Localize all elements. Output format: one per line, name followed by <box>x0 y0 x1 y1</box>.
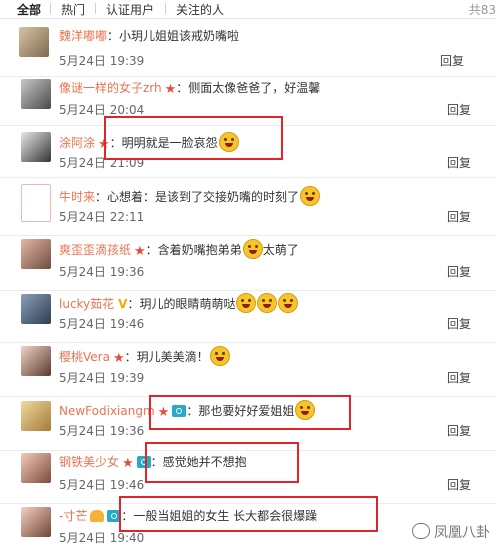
comment-date: 5月24日 22:11 <box>59 210 145 224</box>
comment-row: 爽歪歪滴孩纸 ★：含着奶嘴抱弟弟 太萌了 5月24日 19:36 回复 <box>0 233 496 291</box>
comment-date: 5月24日 19:36 <box>59 265 145 279</box>
comment-date: 5月24日 19:39 <box>59 371 145 385</box>
wechat-logo-icon <box>412 523 430 539</box>
comment-date: 5月24日 19:46 <box>59 478 145 492</box>
avatar[interactable] <box>21 79 51 109</box>
avatar[interactable] <box>21 132 51 162</box>
username[interactable]: 涂阿涂 <box>59 136 95 150</box>
username[interactable]: 钢铁美少女 <box>59 455 119 469</box>
avatar[interactable] <box>21 453 51 483</box>
comment-text: ：心想着：是该到了交接奶嘴的时刻了 <box>95 190 300 204</box>
tab-divider <box>95 3 96 14</box>
reply-button[interactable]: 回复 <box>447 369 471 386</box>
comment-date: 5月24日 19:46 <box>59 317 145 331</box>
reply-button[interactable]: 回复 <box>447 476 471 493</box>
comment-text-suffix: 太萌了 <box>262 243 299 257</box>
username[interactable]: lucky茹花 <box>59 297 114 311</box>
reply-button[interactable]: 回复 <box>447 208 471 225</box>
comment-date: 5月24日 19:39 <box>59 54 145 68</box>
highlight-box <box>104 116 283 160</box>
smile-emoji-icon <box>209 346 230 366</box>
comment-row: 樱桃Vera ★：玥儿美美滴！ 5月24日 19:39 回复 <box>0 339 496 397</box>
username[interactable]: -寸芒 <box>59 509 87 523</box>
comment-count: 共83 <box>468 3 496 17</box>
tab-verified[interactable]: 认证用户 <box>106 1 154 18</box>
username[interactable]: 像谜一样的女子zrh <box>59 81 162 95</box>
comment-date: 5月24日 19:36 <box>59 424 145 438</box>
star-icon: ★ <box>134 244 146 259</box>
avatar[interactable] <box>21 346 51 376</box>
grin-emoji-icon <box>257 293 278 313</box>
username[interactable]: 爽歪歪滴孩纸 <box>59 243 131 257</box>
comment-row: 牛时来：心想着：是该到了交接奶嘴的时刻了 5月24日 22:11 回复 <box>0 178 496 236</box>
username[interactable]: NewFodixiangm <box>59 404 155 418</box>
reply-button[interactable]: 回复 <box>447 315 471 332</box>
avatar[interactable] <box>21 294 51 324</box>
reply-button[interactable]: 回复 <box>447 263 471 280</box>
watermark: 凤凰八卦 <box>412 522 490 542</box>
username[interactable]: 魏洋嘟嘟 <box>59 29 107 43</box>
avatar[interactable] <box>21 239 51 269</box>
grin-emoji-icon <box>278 293 299 313</box>
star-icon: ★ <box>112 351 125 366</box>
highlight-box <box>149 395 351 430</box>
tab-divider <box>165 3 166 14</box>
avatar[interactable] <box>19 27 49 57</box>
comment-row: lucky茹花 V：玥儿的眼睛萌萌哒 5月24日 19:46 回复 <box>0 285 496 343</box>
tab-hot[interactable]: 热门 <box>61 1 85 18</box>
tab-following[interactable]: 关注的人 <box>176 1 224 18</box>
comment-text: ：含着奶嘴抱弟弟 <box>145 243 242 257</box>
cry-laugh-emoji-icon <box>242 239 263 259</box>
reply-button[interactable]: 回复 <box>447 422 471 439</box>
tab-divider <box>50 3 51 14</box>
reply-button[interactable]: 回复 <box>440 52 464 69</box>
comment-text: ：侧面太像爸爸了，好温馨 <box>176 81 321 95</box>
filter-tabs: 全部 热门 认证用户 关注的人 共83 <box>0 0 496 19</box>
comment-text: ：玥儿的眼睛萌萌哒 <box>127 297 236 311</box>
reply-button[interactable]: 回复 <box>447 154 471 171</box>
avatar[interactable] <box>21 507 51 537</box>
star-icon: ★ <box>164 82 177 97</box>
comment-text: ：玥儿美美滴！ <box>124 350 209 364</box>
highlight-box <box>119 496 378 532</box>
tab-all[interactable]: 全部 <box>17 1 41 18</box>
avatar[interactable] <box>21 184 51 222</box>
username[interactable]: 樱桃Vera <box>59 350 110 364</box>
surprised-emoji-icon <box>300 186 321 206</box>
highlight-box <box>145 442 299 483</box>
grin-emoji-icon <box>236 293 257 313</box>
star-icon: ★ <box>122 456 134 471</box>
reply-button[interactable]: 回复 <box>447 101 471 118</box>
avatar[interactable] <box>21 401 51 431</box>
username[interactable]: 牛时来 <box>59 190 95 204</box>
comment-text: ：小玥儿姐姐该戒奶嘴啦 <box>107 29 240 43</box>
vip-badge-icon <box>90 510 105 522</box>
watermark-text: 凤凰八卦 <box>434 525 490 541</box>
